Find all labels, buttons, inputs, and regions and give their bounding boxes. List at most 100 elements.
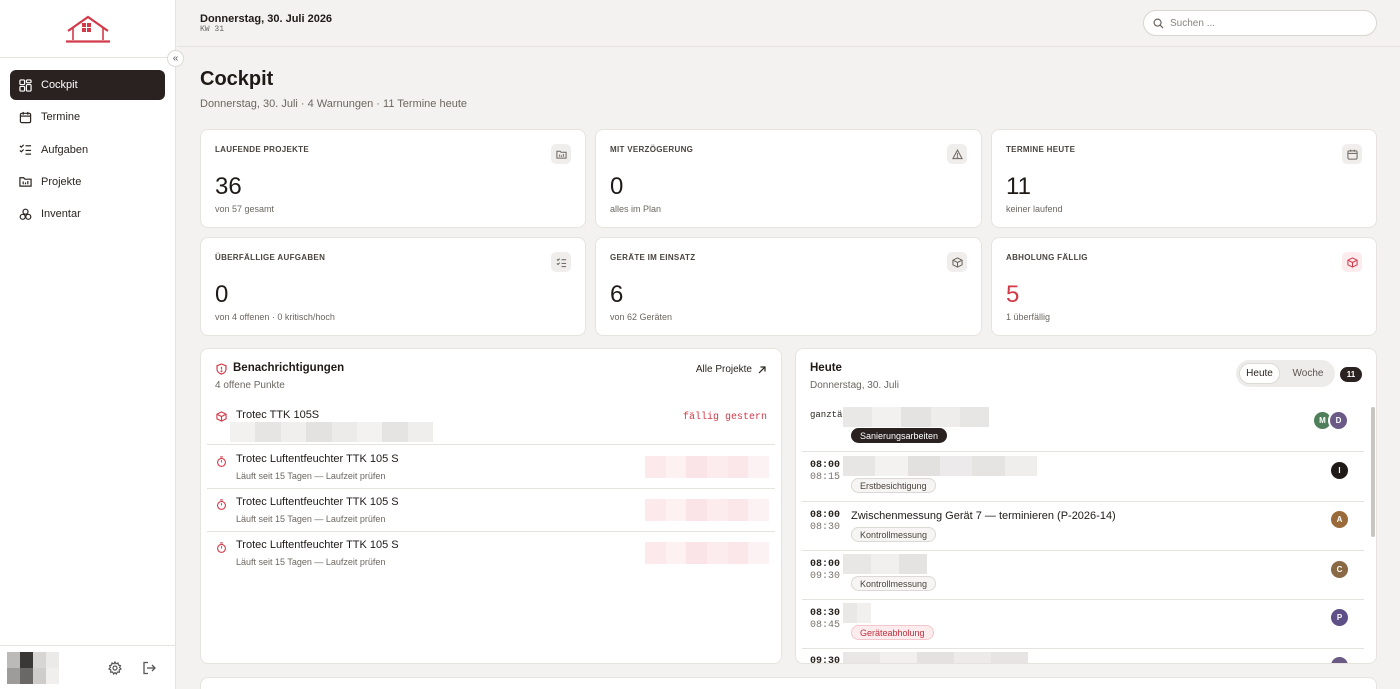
- folder-icon: [551, 144, 571, 164]
- next-panel: [200, 677, 1377, 689]
- dashboard-icon: [19, 78, 32, 92]
- notifications-title: Benachrichtigungen: [233, 362, 345, 374]
- current-date: Donnerstag, 30. Juli 2026: [200, 13, 333, 25]
- stat-value: 11: [1006, 173, 1031, 200]
- nav-item-aufgaben[interactable]: Aufgaben: [10, 135, 165, 165]
- notification-title: Trotec Luftentfeuchter TTK 105 S: [236, 539, 399, 551]
- redacted-detail: [645, 499, 770, 521]
- collapse-sidebar-button[interactable]: «: [167, 50, 184, 67]
- notification-detail: Läuft seit 15 Tagen — Laufzeit prüfen: [236, 471, 386, 481]
- event-row[interactable]: 08:00 09:30 Kontrollmessung C: [802, 550, 1364, 600]
- folder-icon: [19, 177, 32, 188]
- nav-item-cockpit[interactable]: Cockpit: [10, 70, 165, 100]
- nav-item-inventar[interactable]: Inventar: [10, 199, 165, 229]
- timer-icon: [217, 456, 226, 467]
- notification-item[interactable]: Trotec TTK 105S fällig gestern: [207, 402, 775, 445]
- logout-icon[interactable]: [142, 661, 156, 675]
- redacted-detail: [645, 456, 770, 478]
- assignee-avatar: C: [1329, 559, 1350, 580]
- notification-item[interactable]: Trotec Luftentfeuchter TTK 105 S Läuft s…: [207, 446, 775, 489]
- stat-card-laufende-projekte[interactable]: LAUFENDE PROJEKTE 36 von 57 gesamt: [200, 129, 586, 228]
- event-end-time: 09:30: [810, 571, 841, 582]
- assignee-avatar: D: [1328, 410, 1349, 431]
- main-nav: Cockpit Termine Aufgaben Projekte Invent…: [0, 58, 175, 243]
- notification-item[interactable]: Trotec Luftentfeuchter TTK 105 S Läuft s…: [207, 489, 775, 532]
- event-tag: Kontrollmessung: [851, 576, 937, 591]
- today-subtitle: Donnerstag, 30. Juli: [810, 380, 899, 391]
- search-box[interactable]: [1143, 10, 1377, 36]
- calendar-icon: [1342, 144, 1362, 164]
- event-time: 08:30: [810, 608, 841, 619]
- stat-sub: von 62 Geräten: [610, 312, 673, 322]
- event-tag: Sanierungsarbeiten: [851, 428, 948, 443]
- settings-gear-icon[interactable]: [108, 660, 122, 675]
- today-title: Heute: [810, 362, 842, 374]
- stat-value: 5: [1006, 281, 1020, 308]
- calendar-week: KW 31: [200, 25, 225, 34]
- box-icon: [216, 411, 227, 422]
- notification-detail: Läuft seit 15 Tagen — Laufzeit prüfen: [236, 557, 386, 567]
- event-count-badge: 11: [1340, 367, 1362, 382]
- stat-card-mit-verzoegerung[interactable]: MIT VERZÖGERUNG 0 alles im Plan: [595, 129, 982, 228]
- event-time: 08:00: [810, 510, 841, 521]
- arrow-up-right-icon: [758, 365, 766, 373]
- assignee-avatar: I: [1329, 460, 1350, 481]
- search-input[interactable]: [1170, 17, 1360, 29]
- notifications-panel: Benachrichtigungen 4 offene Punkte Alle …: [200, 348, 782, 664]
- warning-icon: [947, 144, 967, 164]
- nav-item-termine[interactable]: Termine: [10, 102, 165, 132]
- stat-label: LAUFENDE PROJEKTE: [215, 145, 309, 154]
- stat-sub: von 4 offenen · 0 kritisch/hoch: [215, 312, 335, 322]
- stat-card-abholung-faellig[interactable]: ABHOLUNG FÄLLIG 5 1 überfällig: [991, 237, 1377, 336]
- due-badge: fällig gestern: [682, 412, 767, 423]
- event-end-time: 08:45: [810, 620, 841, 631]
- notification-title: Trotec Luftentfeuchter TTK 105 S: [236, 496, 399, 508]
- toggle-heute[interactable]: Heute: [1239, 363, 1280, 384]
- notification-item[interactable]: Trotec Luftentfeuchter TTK 105 S Läuft s…: [207, 532, 775, 575]
- stat-sub: von 57 gesamt: [215, 204, 275, 214]
- event-row[interactable]: 08:00 08:30 Zwischenmessung Gerät 7 — te…: [802, 501, 1364, 551]
- logo[interactable]: [0, 0, 175, 58]
- toggle-woche[interactable]: Woche: [1284, 363, 1332, 384]
- page-title: Cockpit: [200, 68, 274, 90]
- event-end-time: 08:15: [810, 472, 841, 483]
- stat-card-ueberfaellige-aufgaben[interactable]: ÜBERFÄLLIGE AUFGABEN 0 von 4 offenen · 0…: [200, 237, 586, 336]
- topbar: Donnerstag, 30. Juli 2026 KW 31: [177, 0, 1400, 47]
- sidebar: « Cockpit Termine Aufgaben Projekte Inve…: [0, 0, 184, 689]
- sidebar-footer: [0, 645, 175, 689]
- assignee-avatar: A: [1329, 509, 1350, 530]
- today-scrollbar[interactable]: [1371, 407, 1375, 537]
- redacted-detail: [230, 422, 433, 442]
- nav-item-projekte[interactable]: Projekte: [10, 167, 165, 197]
- event-tag: Geräteabholung: [851, 625, 934, 640]
- event-row[interactable]: 09:30: [802, 648, 1364, 664]
- event-row[interactable]: 08:00 08:15 Erstbesichtigung I: [802, 452, 1364, 502]
- stat-sub: alles im Plan: [610, 204, 662, 214]
- box-icon: [1342, 252, 1362, 272]
- event-time: 08:00: [810, 559, 841, 570]
- stat-sub: 1 überfällig: [1006, 312, 1051, 322]
- search-icon: [1153, 18, 1164, 29]
- stat-card-geraete-im-einsatz[interactable]: GERÄTE IM EINSATZ 6 von 62 Geräten: [595, 237, 982, 336]
- timer-icon: [217, 542, 226, 553]
- page-subtitle: Donnerstag, 30. Juli · 4 Warnungen · 11 …: [200, 98, 468, 110]
- event-tag: Erstbesichtigung: [851, 478, 936, 493]
- event-row[interactable]: ganztäg Sanierungsarbeiten M D: [802, 402, 1364, 452]
- nav-label: Inventar: [41, 208, 81, 221]
- checklist-icon: [551, 252, 571, 272]
- redacted-detail: [645, 542, 770, 564]
- checklist-icon: [19, 144, 32, 155]
- event-time: 09:30: [810, 656, 841, 664]
- link-label: Alle Projekte: [695, 364, 752, 375]
- stat-card-termine-heute[interactable]: TERMINE HEUTE 11 keiner laufend: [991, 129, 1377, 228]
- redacted-title: [843, 603, 871, 623]
- stat-sub: keiner laufend: [1006, 204, 1063, 214]
- stat-value: 0: [610, 173, 624, 200]
- user-avatar[interactable]: [7, 651, 59, 684]
- shield-alert-icon: [216, 363, 227, 375]
- boxes-icon: [19, 208, 32, 220]
- all-projects-link[interactable]: Alle Projekte: [696, 364, 766, 375]
- event-row[interactable]: 08:30 08:45 Geräteabholung P: [802, 599, 1364, 649]
- redacted-title: [843, 407, 990, 427]
- nav-label: Projekte: [41, 175, 82, 188]
